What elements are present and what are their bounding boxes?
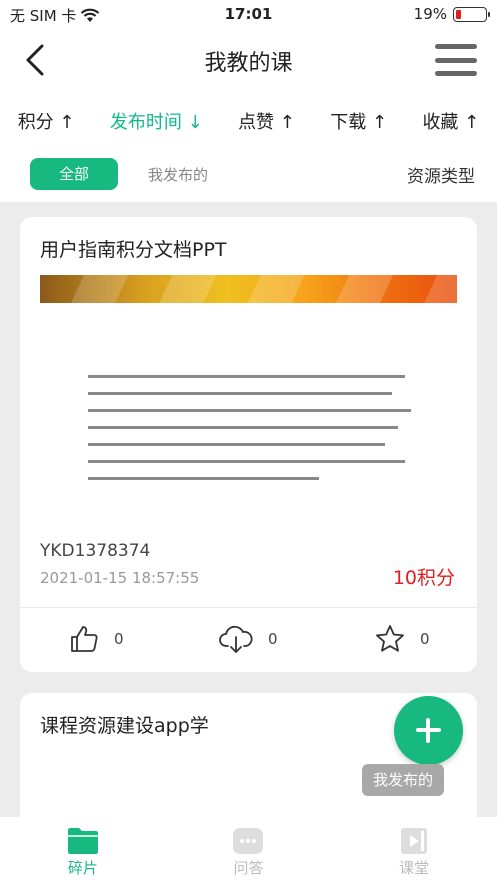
like-count: 0 xyxy=(114,630,124,648)
thumbs-up-icon xyxy=(71,626,98,652)
divider xyxy=(20,607,477,608)
hamburger-menu-icon[interactable] xyxy=(435,42,477,78)
sort-publish-time[interactable]: 发布时间 ↓ xyxy=(110,108,203,134)
battery-icon xyxy=(453,6,490,22)
tab-label: 问答 xyxy=(233,859,264,877)
menu-line xyxy=(435,57,477,63)
filter-all-button[interactable]: 全部 xyxy=(30,158,118,190)
card-title: 用户指南积分文档PPT xyxy=(40,239,227,261)
menu-line xyxy=(435,44,477,49)
page-title: 我教的课 xyxy=(204,51,293,76)
cloud-download-icon xyxy=(219,625,253,653)
fab-tooltip: 我发布的 xyxy=(362,764,444,796)
tab-label: 课堂 xyxy=(399,859,430,877)
status-right: 19% xyxy=(413,5,490,23)
favorite-button[interactable]: 0 xyxy=(374,623,430,655)
document-thumbnail xyxy=(40,275,457,505)
menu-line xyxy=(435,71,477,76)
resource-code: YKD1378374 xyxy=(40,541,151,561)
download-count: 0 xyxy=(268,630,278,648)
sort-favorites[interactable]: 收藏 ↑ xyxy=(422,108,479,134)
status-bar: 无 SIM 卡 17:01 19% xyxy=(0,0,497,30)
tab-qa[interactable]: 问答 xyxy=(198,817,298,883)
battery-fill xyxy=(456,9,462,19)
publish-fab-button[interactable] xyxy=(394,696,463,765)
star-icon xyxy=(376,625,404,652)
tab-bar: 碎片 问答 课堂 xyxy=(0,817,497,883)
thumbnail-banner xyxy=(40,275,457,303)
sort-points[interactable]: 积分 ↑ xyxy=(18,108,75,134)
video-icon xyxy=(401,828,428,854)
sort-downloads[interactable]: 下载 ↑ xyxy=(330,108,387,134)
resource-type-button[interactable]: 资源类型 xyxy=(407,162,475,187)
tab-label: 碎片 xyxy=(67,859,98,877)
chat-icon xyxy=(233,828,264,854)
sort-bar: 积分 ↑ 发布时间 ↓ 点赞 ↑ 下载 ↑ 收藏 ↑ xyxy=(0,92,497,150)
folder-icon xyxy=(67,828,98,854)
battery-percent: 19% xyxy=(413,5,447,23)
thumbnail-text-lines xyxy=(88,375,418,494)
like-button[interactable]: 0 xyxy=(68,623,124,655)
filter-bar: 全部 我发布的 资源类型 xyxy=(0,150,497,202)
download-button[interactable]: 0 xyxy=(218,623,278,655)
publish-date: 2021-01-15 18:57:55 xyxy=(40,569,200,587)
tab-fragments[interactable]: 碎片 xyxy=(33,817,133,883)
nav-bar: 我教的课 xyxy=(0,30,497,92)
tab-classroom[interactable]: 课堂 xyxy=(364,817,464,883)
sort-likes[interactable]: 点赞 ↑ xyxy=(238,108,295,134)
points-badge: 10积分 xyxy=(392,567,455,589)
card-actions: 0 0 0 xyxy=(20,619,477,661)
filter-mine-button[interactable]: 我发布的 xyxy=(148,164,208,185)
card-title: 课程资源建设app学 xyxy=(40,715,209,737)
resource-card[interactable]: 用户指南积分文档PPT YKD1378374 2021-01-15 18:57:… xyxy=(20,217,477,672)
favorite-count: 0 xyxy=(420,630,430,648)
